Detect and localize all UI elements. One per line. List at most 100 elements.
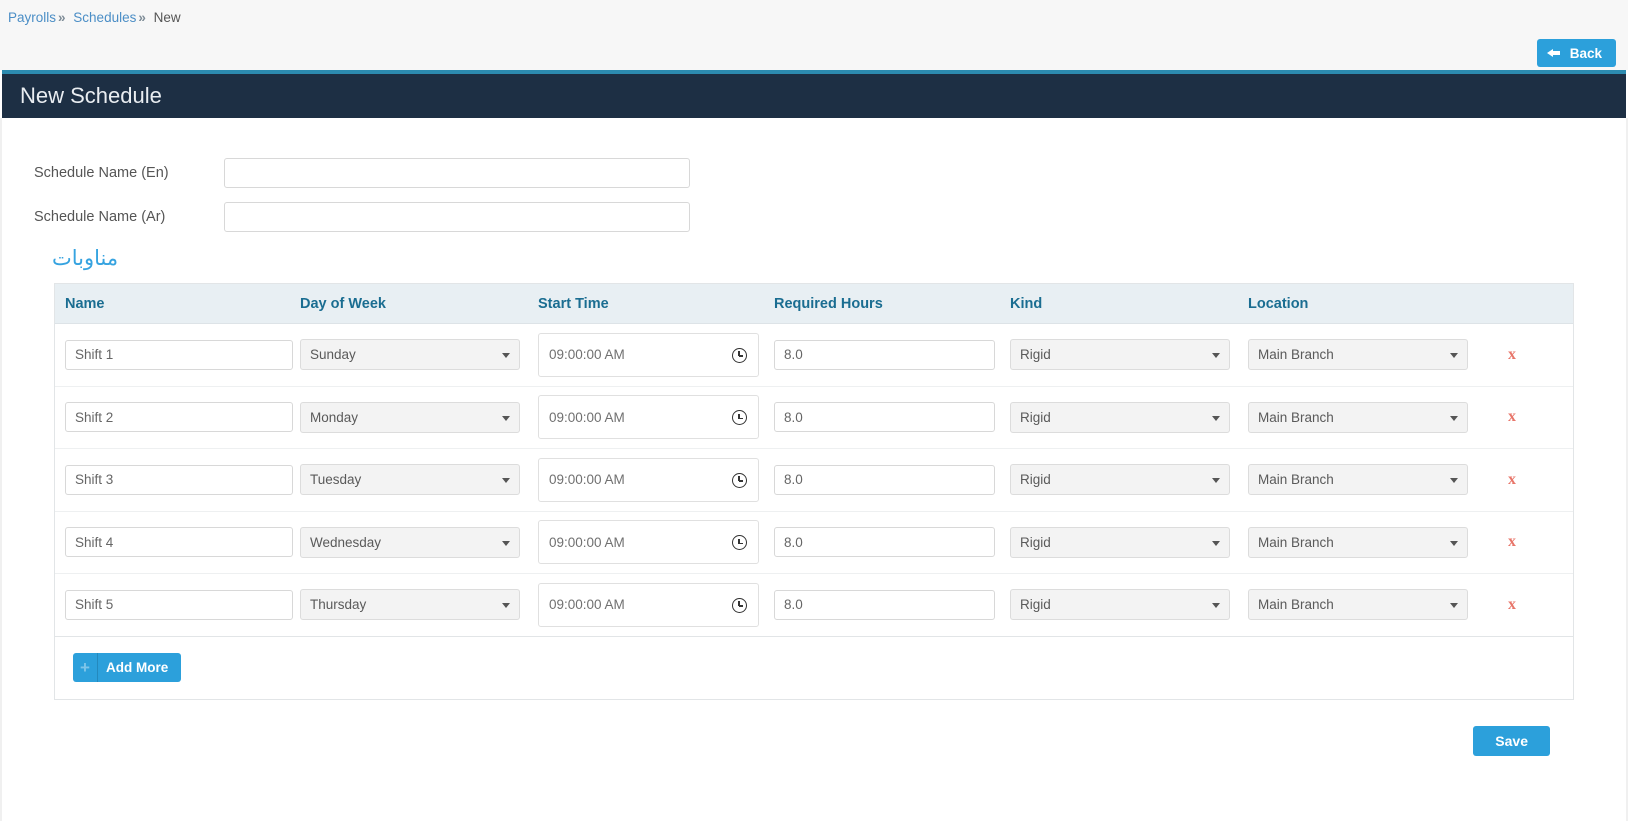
breadcrumb-item-new: New	[154, 10, 181, 25]
schedule-name-ar-label: Schedule Name (Ar)	[2, 209, 224, 225]
day-of-week-select[interactable]: Sunday	[300, 339, 520, 370]
field-row-name-ar: Schedule Name (Ar)	[2, 202, 1626, 232]
location-select[interactable]: Main Branch	[1248, 589, 1468, 620]
start-time-value: 09:00:00 AM	[549, 535, 625, 550]
location-select[interactable]: Main Branch	[1248, 527, 1468, 558]
plus-icon: +	[73, 653, 98, 682]
save-button[interactable]: Save	[1473, 726, 1550, 756]
breadcrumb-separator: »	[138, 10, 146, 25]
day-of-week-select[interactable]: Wednesday	[300, 527, 520, 558]
delete-row-icon[interactable]: x	[1508, 471, 1516, 488]
day-of-week-value: Tuesday	[310, 472, 361, 487]
day-of-week-select[interactable]: Monday	[300, 402, 520, 433]
column-header-location: Location	[1248, 296, 1308, 312]
field-row-name-en: Schedule Name (En)	[2, 158, 1626, 188]
kind-select[interactable]: Rigid	[1010, 464, 1230, 495]
day-of-week-value: Sunday	[310, 347, 356, 362]
chevron-down-icon	[502, 478, 510, 483]
shift-name-input[interactable]	[65, 527, 293, 557]
shift-name-input[interactable]	[65, 402, 293, 432]
start-time-value: 09:00:00 AM	[549, 472, 625, 487]
breadcrumb-item-schedules[interactable]: Schedules	[73, 10, 136, 25]
shifts-table: Name Day of Week Start Time Required Hou…	[54, 283, 1574, 700]
clock-icon[interactable]	[732, 473, 747, 488]
start-time-value: 09:00:00 AM	[549, 347, 625, 362]
kind-select[interactable]: Rigid	[1010, 339, 1230, 370]
kind-select[interactable]: Rigid	[1010, 527, 1230, 558]
kind-select[interactable]: Rigid	[1010, 402, 1230, 433]
schedule-name-en-input[interactable]	[224, 158, 690, 188]
chevron-down-icon	[502, 541, 510, 546]
start-time-input[interactable]: 09:00:00 AM	[538, 458, 759, 502]
chevron-down-icon	[502, 353, 510, 358]
table-row: Thursday 09:00:00 AM Rigid Main Branch x	[55, 574, 1573, 637]
required-hours-input[interactable]	[774, 402, 995, 432]
back-button-label: Back	[1570, 46, 1602, 61]
start-time-input[interactable]: 09:00:00 AM	[538, 395, 759, 439]
location-value: Main Branch	[1258, 597, 1334, 612]
delete-row-icon[interactable]: x	[1508, 533, 1516, 550]
required-hours-input[interactable]	[774, 340, 995, 370]
location-select[interactable]: Main Branch	[1248, 402, 1468, 433]
column-header-required-hours: Required Hours	[774, 296, 883, 312]
day-of-week-select[interactable]: Tuesday	[300, 464, 520, 495]
start-time-input[interactable]: 09:00:00 AM	[538, 583, 759, 627]
kind-select[interactable]: Rigid	[1010, 589, 1230, 620]
column-header-start-time: Start Time	[538, 296, 609, 312]
table-row: Wednesday 09:00:00 AM Rigid Main Branch …	[55, 512, 1573, 575]
column-header-kind: Kind	[1010, 296, 1042, 312]
day-of-week-value: Thursday	[310, 597, 366, 612]
delete-row-icon[interactable]: x	[1508, 408, 1516, 425]
breadcrumb: Payrolls» Schedules» New	[0, 0, 1628, 36]
chevron-down-icon	[502, 603, 510, 608]
clock-icon[interactable]	[732, 535, 747, 550]
clock-icon[interactable]	[732, 410, 747, 425]
delete-row-icon[interactable]: x	[1508, 596, 1516, 613]
required-hours-input[interactable]	[774, 590, 995, 620]
required-hours-input[interactable]	[774, 527, 995, 557]
shifts-table-footer: + Add More	[55, 637, 1573, 699]
delete-row-icon[interactable]: x	[1508, 346, 1516, 363]
schedule-name-ar-input[interactable]	[224, 202, 690, 232]
shift-name-input[interactable]	[65, 465, 293, 495]
chevron-down-icon	[502, 416, 510, 421]
back-button[interactable]: Back	[1537, 39, 1616, 67]
breadcrumb-item-payrolls[interactable]: Payrolls	[8, 10, 56, 25]
chevron-down-icon	[1212, 416, 1220, 421]
shift-name-input[interactable]	[65, 590, 293, 620]
shift-name-input[interactable]	[65, 340, 293, 370]
kind-value: Rigid	[1020, 410, 1051, 425]
kind-value: Rigid	[1020, 597, 1051, 612]
table-row: Sunday 09:00:00 AM Rigid Main Branch x	[55, 324, 1573, 387]
table-row: Monday 09:00:00 AM Rigid Main Branch x	[55, 387, 1573, 450]
clock-icon[interactable]	[732, 348, 747, 363]
arrow-left-icon	[1547, 46, 1561, 60]
location-value: Main Branch	[1258, 535, 1334, 550]
location-value: Main Branch	[1258, 410, 1334, 425]
shifts-table-header: Name Day of Week Start Time Required Hou…	[55, 284, 1573, 324]
day-of-week-value: Wednesday	[310, 535, 381, 550]
add-more-button[interactable]: + Add More	[73, 653, 181, 682]
schedule-name-en-label: Schedule Name (En)	[2, 165, 224, 181]
chevron-down-icon	[1212, 478, 1220, 483]
add-more-label: Add More	[106, 660, 168, 675]
required-hours-input[interactable]	[774, 465, 995, 495]
location-select[interactable]: Main Branch	[1248, 464, 1468, 495]
clock-icon[interactable]	[732, 598, 747, 613]
chevron-down-icon	[1212, 603, 1220, 608]
day-of-week-select[interactable]: Thursday	[300, 589, 520, 620]
start-time-input[interactable]: 09:00:00 AM	[538, 520, 759, 564]
page-title: New Schedule	[20, 83, 162, 109]
column-header-day-of-week: Day of Week	[300, 296, 386, 312]
location-select[interactable]: Main Branch	[1248, 339, 1468, 370]
chevron-down-icon	[1450, 541, 1458, 546]
toolbar: Back	[0, 36, 1628, 70]
panel-body: Schedule Name (En) Schedule Name (Ar) من…	[0, 118, 1628, 821]
chevron-down-icon	[1450, 603, 1458, 608]
chevron-down-icon	[1450, 478, 1458, 483]
chevron-down-icon	[1450, 353, 1458, 358]
kind-value: Rigid	[1020, 472, 1051, 487]
kind-value: Rigid	[1020, 347, 1051, 362]
start-time-input[interactable]: 09:00:00 AM	[538, 333, 759, 377]
shifts-section-title: مناوبات	[2, 246, 1626, 271]
